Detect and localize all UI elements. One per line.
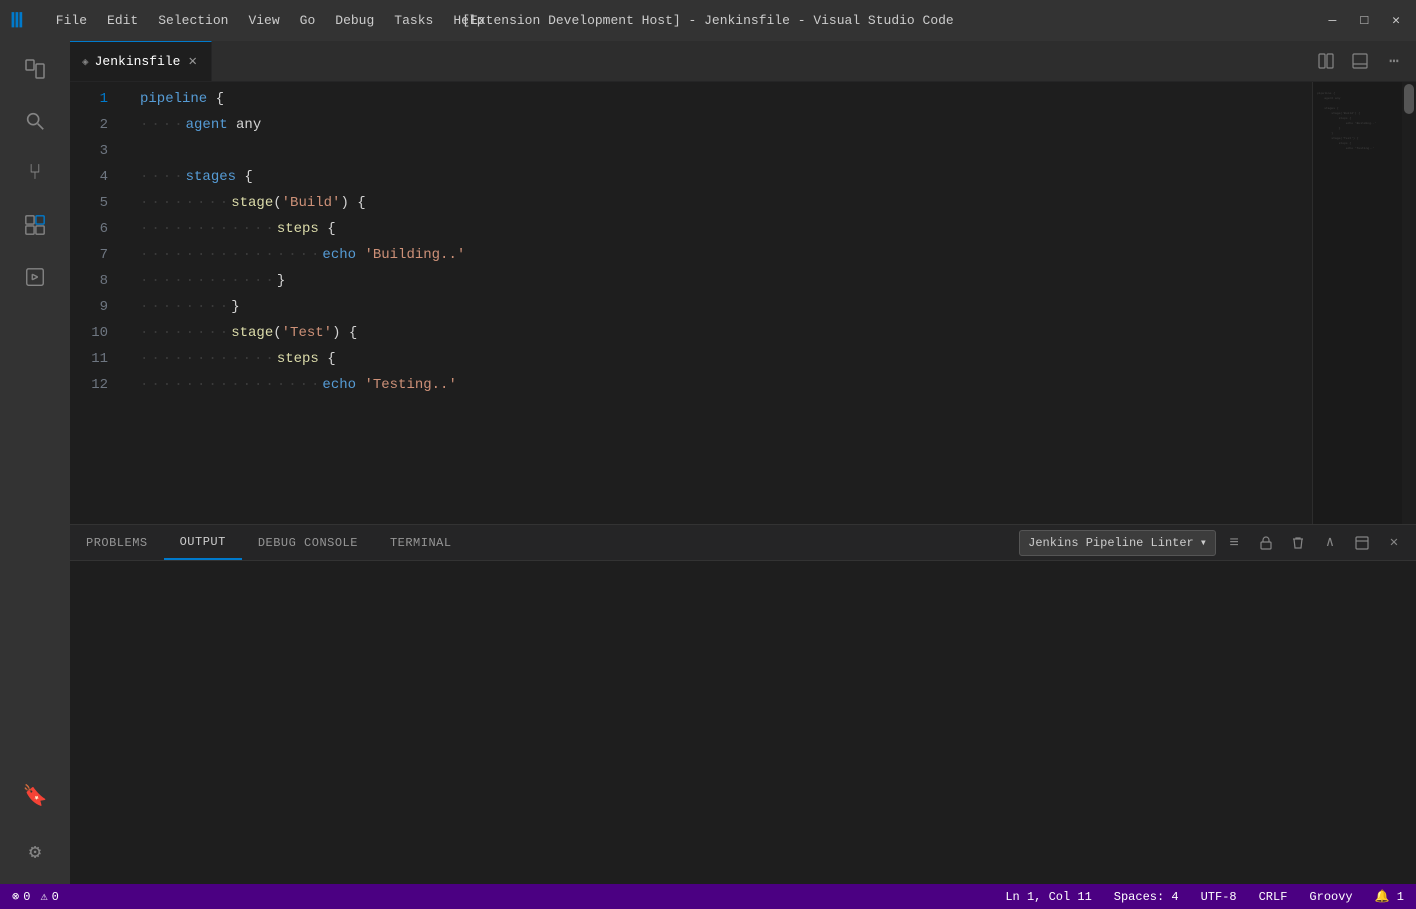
status-errors[interactable]: ⊗ 0 ⚠ 0 <box>8 889 63 904</box>
warning-count: 0 <box>52 890 59 904</box>
menu-tasks[interactable]: Tasks <box>386 11 441 30</box>
code-line-11: ············ steps { <box>140 346 1312 372</box>
code-content: pipeline { ···· agent any ···· stages { <box>140 82 1312 524</box>
activity-run-icon[interactable] <box>11 253 59 301</box>
code-line-5: ········ stage('Build') { <box>140 190 1312 216</box>
code-line-6: ············ steps { <box>140 216 1312 242</box>
panel-tabs: PROBLEMS OUTPUT DEBUG CONSOLE TERMINAL J… <box>70 525 1416 561</box>
panel-lock-icon[interactable] <box>1252 529 1280 557</box>
code-line-7: ················ echo 'Building..' <box>140 242 1312 268</box>
notification-count: 1 <box>1397 890 1404 904</box>
code-editor[interactable]: 1 2 3 4 5 6 7 8 9 10 11 12 p <box>70 82 1416 524</box>
main-layout: ⑂ 🔖 ⚙ ◈ J <box>0 41 1416 884</box>
panel-tab-problems[interactable]: PROBLEMS <box>70 525 164 560</box>
panel-tab-output[interactable]: OUTPUT <box>164 525 242 560</box>
panel-source-label: Jenkins Pipeline Linter <box>1028 536 1194 550</box>
code-line-3 <box>140 138 1312 164</box>
tab-bar: ◈ Jenkinsfile ✕ ⋯ <box>70 41 1416 82</box>
status-line-ending[interactable]: CRLF <box>1255 890 1292 904</box>
toggle-panel-icon[interactable] <box>1346 47 1374 75</box>
menu-debug[interactable]: Debug <box>327 11 382 30</box>
tab-list: ◈ Jenkinsfile ✕ <box>70 41 212 81</box>
minimize-button[interactable]: — <box>1323 11 1343 30</box>
status-encoding[interactable]: UTF-8 <box>1197 890 1241 904</box>
activity-extensions-icon[interactable] <box>11 201 59 249</box>
bell-icon: 🔔 <box>1375 890 1390 904</box>
panel-tab-terminal[interactable]: TERMINAL <box>374 525 468 560</box>
error-count: 0 <box>23 890 30 904</box>
line-numbers: 1 2 3 4 5 6 7 8 9 10 11 12 <box>70 82 140 524</box>
tab-actions: ⋯ <box>1312 41 1416 81</box>
menu-go[interactable]: Go <box>292 11 324 30</box>
error-icon: ⊗ <box>12 889 19 904</box>
activity-source-control-icon[interactable]: ⑂ <box>11 149 59 197</box>
code-line-1: pipeline { <box>140 86 1312 112</box>
warning-icon: ⚠ <box>40 889 47 904</box>
activity-search-icon[interactable] <box>11 97 59 145</box>
panel-maximize-icon[interactable] <box>1348 529 1376 557</box>
bottom-panel: PROBLEMS OUTPUT DEBUG CONSOLE TERMINAL J… <box>70 524 1416 884</box>
titlebar: Ⅲ File Edit Selection View Go Debug Task… <box>0 0 1416 41</box>
split-editor-icon[interactable] <box>1312 47 1340 75</box>
code-line-2: ···· agent any <box>140 112 1312 138</box>
menu-edit[interactable]: Edit <box>99 11 146 30</box>
activity-explorer-icon[interactable] <box>11 45 59 93</box>
code-line-10: ········ stage('Test') { <box>140 320 1312 346</box>
panel-close-icon[interactable]: ✕ <box>1380 529 1408 557</box>
panel-tab-list: PROBLEMS OUTPUT DEBUG CONSOLE TERMINAL <box>70 525 468 560</box>
dropdown-arrow-icon: ▾ <box>1200 535 1207 550</box>
activity-bar: ⑂ 🔖 ⚙ <box>0 41 70 884</box>
maximize-button[interactable]: □ <box>1354 11 1374 30</box>
menu-view[interactable]: View <box>240 11 287 30</box>
minimap: pipeline { agent any stages { stage('Bui… <box>1312 82 1402 524</box>
status-position[interactable]: Ln 1, Col 11 <box>1001 890 1095 904</box>
close-button[interactable]: ✕ <box>1386 11 1406 30</box>
activity-bookmarks-icon[interactable]: 🔖 <box>11 772 59 820</box>
status-right: Ln 1, Col 11 Spaces: 4 UTF-8 CRLF Groovy… <box>1001 889 1408 904</box>
window-controls: — □ ✕ <box>1323 11 1406 30</box>
more-actions-icon[interactable]: ⋯ <box>1380 47 1408 75</box>
activity-settings-icon[interactable]: ⚙ <box>11 828 59 876</box>
window-title: [Extension Development Host] - Jenkinsfi… <box>462 13 953 28</box>
panel-source-dropdown[interactable]: Jenkins Pipeline Linter ▾ <box>1019 530 1216 556</box>
tab-label: Jenkinsfile <box>95 54 181 69</box>
code-line-4: ···· stages { <box>140 164 1312 190</box>
panel-controls: Jenkins Pipeline Linter ▾ ≡ <box>1019 525 1416 560</box>
tab-close-button[interactable]: ✕ <box>186 51 198 72</box>
status-notifications[interactable]: 🔔 1 <box>1371 889 1408 904</box>
status-language[interactable]: Groovy <box>1305 890 1356 904</box>
editor-area: ◈ Jenkinsfile ✕ ⋯ <box>70 41 1416 884</box>
panel-tab-debug-console[interactable]: DEBUG CONSOLE <box>242 525 374 560</box>
vscode-logo-icon: Ⅲ <box>10 8 24 34</box>
menu-file[interactable]: File <box>48 11 95 30</box>
menu-selection[interactable]: Selection <box>150 11 236 30</box>
tab-file-icon: ◈ <box>82 55 89 69</box>
status-left: ⊗ 0 ⚠ 0 <box>8 889 63 904</box>
status-bar: ⊗ 0 ⚠ 0 Ln 1, Col 11 Spaces: 4 UTF-8 CRL… <box>0 884 1416 909</box>
code-line-8: ············ } <box>140 268 1312 294</box>
panel-content <box>70 561 1416 884</box>
panel-word-wrap-icon[interactable]: ≡ <box>1220 529 1248 557</box>
status-spaces[interactable]: Spaces: 4 <box>1110 890 1183 904</box>
panel-scroll-up-icon[interactable]: ∧ <box>1316 529 1344 557</box>
code-line-12: ················ echo 'Testing..' <box>140 372 1312 398</box>
panel-clear-icon[interactable] <box>1284 529 1312 557</box>
tab-jenkinsfile[interactable]: ◈ Jenkinsfile ✕ <box>70 41 212 81</box>
editor-scrollbar[interactable] <box>1402 82 1416 524</box>
code-line-9: ········ } <box>140 294 1312 320</box>
